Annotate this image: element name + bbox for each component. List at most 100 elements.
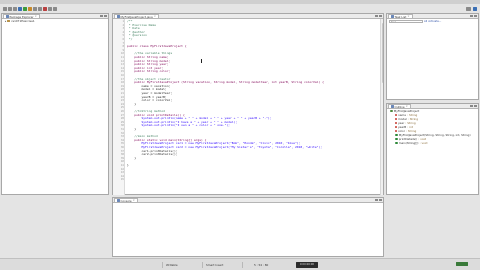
maximize-icon[interactable] (473, 104, 477, 108)
line-number: 23 (120, 99, 124, 103)
outline-tabstrip: Outline × (387, 103, 478, 109)
line-number: 41 (120, 164, 124, 167)
tree-item-label: cs1071Exercise1 (11, 19, 35, 23)
java-file-icon (117, 15, 120, 18)
console-output[interactable] (113, 203, 383, 257)
task-find-row: Find All Activate... (387, 19, 478, 24)
minimize-icon[interactable] (470, 14, 473, 18)
activate-link[interactable]: Activate... (428, 20, 441, 23)
code-line: */ (127, 37, 133, 41)
all-link[interactable]: All (424, 20, 427, 23)
line-number: 30 (120, 124, 124, 128)
main-toolbar (0, 6, 480, 12)
back-icon[interactable] (48, 7, 52, 11)
vertical-scrollbar[interactable] (380, 19, 383, 195)
task-list-icon (391, 15, 394, 18)
line-number: 10 (120, 52, 124, 56)
tab-editor-file[interactable]: MyFirstJavaProject.java × (114, 13, 159, 19)
video-time-overlay: 0:00:00:00 (296, 261, 318, 268)
line-number: 31 (120, 128, 124, 131)
console-panel: Console × (112, 197, 384, 257)
field-icon (395, 114, 397, 116)
view-controls (375, 198, 382, 202)
line-number: 15 (120, 70, 124, 74)
tab-label: MyFirstJavaProject.java (120, 14, 153, 19)
print-icon[interactable] (13, 7, 17, 11)
chevron-right-icon[interactable]: ▸ (5, 20, 6, 23)
line-number: 38 (120, 153, 124, 157)
view-controls (470, 14, 477, 18)
java-perspective-icon[interactable] (472, 6, 477, 11)
outline-tree: MyFirstJavaProject name: String model: Str… (387, 109, 478, 145)
status-bar: Writable Smart Insert 5 : 54 : 80 0:00:0… (0, 258, 480, 270)
status-writable: Writable (166, 262, 178, 267)
package-explorer-panel: Package Explorer × ▸ cs1071Exercise1 (1, 13, 109, 195)
line-number: 35 (120, 142, 124, 146)
perspective-switcher (466, 6, 477, 11)
tab-label: Task List (394, 14, 407, 19)
tab-outline[interactable]: Outline × (388, 103, 411, 109)
eclipse-window: Package Explorer × ▸ cs1071Exercise1 MyF… (0, 0, 480, 270)
tab-package-explorer[interactable]: Package Explorer × (3, 13, 40, 19)
maximize-icon[interactable] (378, 198, 382, 202)
run-icon[interactable] (23, 7, 27, 11)
maximize-icon[interactable] (103, 14, 107, 18)
tab-label: Console (120, 198, 132, 203)
save-icon[interactable] (8, 7, 12, 11)
tab-label: Outline (394, 104, 405, 109)
tab-label: Package Explorer (9, 14, 34, 19)
task-list-panel: Task List × Find All Activate... (386, 13, 479, 100)
status-separator (242, 261, 243, 268)
package-explorer-tabstrip: Package Explorer × (2, 13, 108, 19)
outline-panel: Outline × MyFirstJavaProject name: String… (386, 103, 479, 195)
line-number: 1 (122, 20, 124, 23)
code-line: } (127, 101, 137, 106)
new-icon[interactable] (3, 7, 7, 11)
minimize-icon[interactable] (375, 14, 378, 18)
editor-panel: MyFirstJavaProject.java × 1 2 3 4 5 6 7 8 9 10 11 1… (112, 13, 384, 195)
tab-task-list[interactable]: Task List × (388, 13, 413, 19)
method-icon (395, 141, 398, 145)
minimize-icon[interactable] (100, 14, 103, 18)
method-icon (395, 137, 398, 141)
search-icon[interactable] (38, 7, 42, 11)
close-icon[interactable]: × (35, 15, 37, 18)
minimize-icon[interactable] (470, 104, 473, 108)
outline-item-type: : void (419, 141, 428, 145)
find-input[interactable]: Find (389, 20, 423, 24)
line-number: 3 (122, 27, 124, 31)
line-number: 5 (122, 34, 124, 38)
line-number: 21 (120, 92, 124, 95)
close-icon[interactable]: × (133, 199, 135, 202)
status-insert-mode: Smart Insert (206, 262, 224, 267)
outline-item[interactable]: main(String[]): void (387, 141, 478, 145)
class-icon (390, 109, 393, 113)
scrollbar-thumb[interactable] (381, 23, 383, 83)
close-icon[interactable]: × (406, 105, 408, 108)
maximize-icon[interactable] (473, 14, 477, 18)
new-class-icon[interactable] (28, 7, 32, 11)
line-number: 6 (122, 38, 124, 41)
tab-console[interactable]: Console × (114, 197, 138, 203)
outline-item-label: main(String[]) (398, 141, 419, 145)
open-type-icon[interactable] (33, 7, 37, 11)
outline-icon (391, 105, 394, 108)
debug-icon[interactable] (18, 7, 22, 11)
view-controls (100, 14, 107, 18)
progress-indicator (456, 262, 468, 266)
tree-item-project[interactable]: ▸ cs1071Exercise1 (2, 19, 108, 23)
minimize-icon[interactable] (375, 198, 378, 202)
code-area[interactable]: 1 2 3 4 5 6 7 8 9 10 11 12 13 14 15 16 17 18 19 20 21 22 23 24 2… (113, 19, 383, 195)
external-tools-icon[interactable] (43, 7, 47, 11)
console-tabstrip: Console × (113, 197, 383, 203)
maximize-icon[interactable] (378, 14, 382, 18)
close-icon[interactable]: × (407, 15, 409, 18)
close-icon[interactable]: × (154, 15, 156, 18)
open-perspective-icon[interactable] (466, 6, 471, 11)
forward-icon[interactable] (53, 7, 57, 11)
line-number: 8 (122, 45, 124, 49)
line-number: 36 (120, 146, 124, 149)
line-number: 26 (120, 110, 124, 113)
code-line: public class MyFirstJavaProject { (127, 44, 187, 49)
empty-area (386, 197, 479, 257)
